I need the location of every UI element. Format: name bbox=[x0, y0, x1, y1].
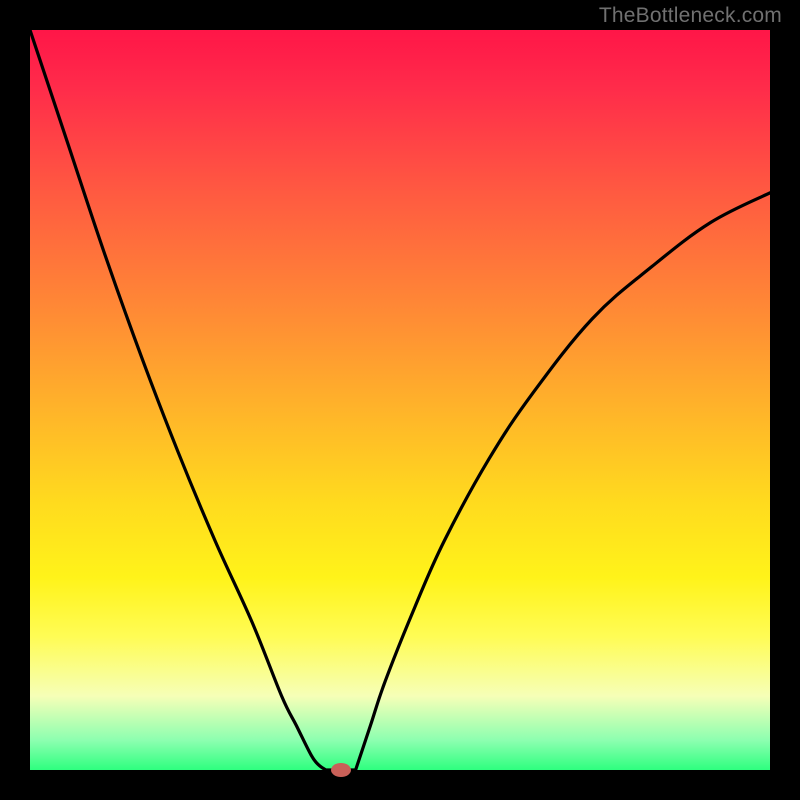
chart-frame: TheBottleneck.com bbox=[0, 0, 800, 800]
watermark-text: TheBottleneck.com bbox=[599, 4, 782, 28]
plot-area bbox=[30, 30, 770, 770]
bottleneck-curve bbox=[30, 30, 770, 770]
valley-marker bbox=[331, 763, 351, 777]
curve-svg bbox=[30, 30, 770, 770]
